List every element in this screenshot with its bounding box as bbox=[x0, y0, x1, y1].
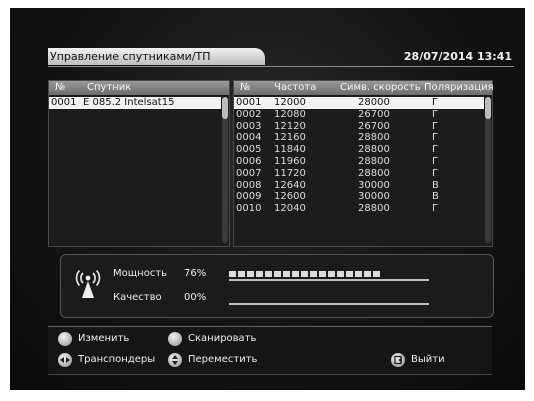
column-header-num: № bbox=[240, 82, 251, 93]
satellite-row[interactable]: 0001 E 085.2 Intelsat15 bbox=[49, 97, 221, 109]
move-button-label: Переместить bbox=[188, 354, 258, 365]
transponder-num: 0005 bbox=[236, 144, 262, 156]
column-header-satellite: Спутник bbox=[87, 82, 132, 93]
satellite-rows: 0001 E 085.2 Intelsat15 bbox=[49, 97, 221, 109]
satellite-name: E 085.2 Intelsat15 bbox=[83, 97, 175, 108]
transponder-frequency: 11960 bbox=[274, 155, 306, 167]
edit-button-label: Изменить bbox=[78, 333, 130, 344]
transponder-list-header: № Частота Симв. скорость Поляризация bbox=[234, 81, 494, 95]
power-bar-fill bbox=[229, 271, 381, 277]
transponder-num: 0001 bbox=[236, 97, 262, 108]
transponder-num: 0009 bbox=[236, 191, 262, 203]
transponder-polarization: В bbox=[432, 179, 439, 191]
header-bar: Управление спутниками/ТП 28/07/2014 13:4… bbox=[48, 48, 514, 67]
transponder-row[interactable]: 0004 12160 28800 Г bbox=[234, 132, 484, 144]
transponder-frequency: 12080 bbox=[274, 108, 306, 120]
transponder-scrollbar[interactable] bbox=[485, 97, 491, 243]
scan-button-label: Сканировать bbox=[188, 333, 257, 344]
transponder-frequency: 11720 bbox=[274, 167, 306, 179]
up-down-arrows-icon bbox=[168, 353, 182, 367]
transponder-row[interactable]: 0005 11840 28800 Г bbox=[234, 144, 484, 156]
tv-screen: Управление спутниками/ТП 28/07/2014 13:4… bbox=[10, 8, 525, 390]
transponder-polarization: Г bbox=[432, 132, 439, 144]
transponder-symbol-rate: 30000 bbox=[358, 191, 390, 203]
transponder-row[interactable]: 0009 12600 30000 В bbox=[234, 191, 484, 203]
transponder-num: 0002 bbox=[236, 108, 262, 120]
transponder-num: 0007 bbox=[236, 167, 262, 179]
transponder-row[interactable]: 0002 12080 26700 Г bbox=[234, 109, 484, 121]
transponder-row[interactable]: 0008 12640 30000 В bbox=[234, 180, 484, 192]
column-header-frequency: Частота bbox=[274, 82, 317, 93]
transponder-num: 0003 bbox=[236, 120, 262, 132]
power-bar-track bbox=[229, 279, 429, 281]
transponder-num: 0006 bbox=[236, 155, 262, 167]
transponder-row[interactable]: 0003 12120 26700 Г bbox=[234, 121, 484, 133]
transponder-num: 0008 bbox=[236, 179, 262, 191]
transponder-row[interactable]: 0010 12040 28800 Г bbox=[234, 203, 484, 215]
transponder-polarization: Г bbox=[432, 167, 439, 179]
transponder-frequency: 11840 bbox=[274, 144, 306, 156]
transponder-symbol-rate: 28800 bbox=[358, 203, 390, 215]
transponder-list-panel: № Частота Симв. скорость Поляризация 000… bbox=[233, 80, 494, 247]
transponder-rows: 0001 12000 28000 Г 0002 12080 26700 Г 0003 12120 2… bbox=[234, 97, 484, 215]
transponder-num: 0004 bbox=[236, 132, 262, 144]
satellite-scrollbar[interactable] bbox=[222, 97, 228, 243]
transponder-symbol-rate: 28800 bbox=[358, 144, 390, 156]
transponder-polarization: Г bbox=[432, 120, 439, 132]
transponder-row[interactable]: 0001 12000 28000 Г bbox=[234, 97, 484, 109]
transponder-symbol-rate: 28800 bbox=[358, 132, 390, 144]
transponder-symbol-rate: 28800 bbox=[358, 155, 390, 167]
transponder-symbol-rate: 30000 bbox=[358, 179, 390, 191]
transponder-frequency: 12640 bbox=[274, 179, 306, 191]
transponder-symbol-rate: 26700 bbox=[358, 120, 390, 132]
transponder-scroll-thumb[interactable] bbox=[485, 97, 491, 119]
column-header-polarization: Поляризация bbox=[424, 82, 494, 93]
datetime-display: 28/07/2014 13:41 bbox=[403, 50, 512, 63]
transponder-polarization: В bbox=[432, 191, 439, 203]
page-title: Управление спутниками/ТП bbox=[48, 48, 265, 65]
transponder-num: 0010 bbox=[236, 203, 262, 215]
transponder-row[interactable]: 0007 11720 28800 Г bbox=[234, 168, 484, 180]
transponder-polarization: Г bbox=[432, 203, 439, 215]
column-header-num: № bbox=[55, 82, 66, 93]
satellite-num: 0001 bbox=[51, 97, 77, 108]
transponder-symbol-rate: 28000 bbox=[358, 97, 390, 108]
transponder-symbol-rate: 26700 bbox=[358, 108, 390, 120]
exit-button-label: Выйти bbox=[411, 354, 445, 365]
signal-panel: Мощность 76% Качество 00% bbox=[60, 254, 494, 318]
antenna-signal-icon bbox=[75, 269, 101, 298]
transponder-frequency: 12120 bbox=[274, 120, 306, 132]
transponder-frequency: 12040 bbox=[274, 203, 306, 215]
left-right-arrows-icon bbox=[58, 353, 72, 367]
transponder-polarization: Г bbox=[432, 155, 439, 167]
red-button-icon bbox=[58, 332, 72, 346]
quality-bar-track bbox=[229, 303, 429, 305]
transponders-button-label: Транспондеры bbox=[78, 354, 156, 365]
power-label: Мощность bbox=[113, 268, 168, 279]
satellite-scroll-thumb[interactable] bbox=[222, 97, 228, 119]
transponder-polarization: Г bbox=[432, 108, 439, 120]
quality-label: Качество bbox=[113, 292, 162, 303]
transponder-row[interactable]: 0006 11960 28800 Г bbox=[234, 156, 484, 168]
transponder-frequency: 12600 bbox=[274, 191, 306, 203]
column-header-symbol-rate: Симв. скорость bbox=[340, 82, 421, 93]
green-button-icon bbox=[168, 332, 182, 346]
satellite-list-header: № Спутник bbox=[49, 81, 229, 95]
transponder-frequency: 12160 bbox=[274, 132, 306, 144]
transponder-polarization: Г bbox=[432, 144, 439, 156]
quality-value: 00% bbox=[184, 292, 207, 303]
transponder-symbol-rate: 28800 bbox=[358, 167, 390, 179]
satellite-list-panel: № Спутник 0001 E 085.2 Intelsat15 bbox=[48, 80, 230, 247]
transponder-polarization: Г bbox=[432, 97, 439, 108]
function-key-bar: Изменить Сканировать Транспондеры Переме… bbox=[48, 326, 492, 375]
exit-icon bbox=[391, 353, 405, 367]
transponder-frequency: 12000 bbox=[274, 97, 306, 108]
power-value: 76% bbox=[184, 268, 207, 279]
